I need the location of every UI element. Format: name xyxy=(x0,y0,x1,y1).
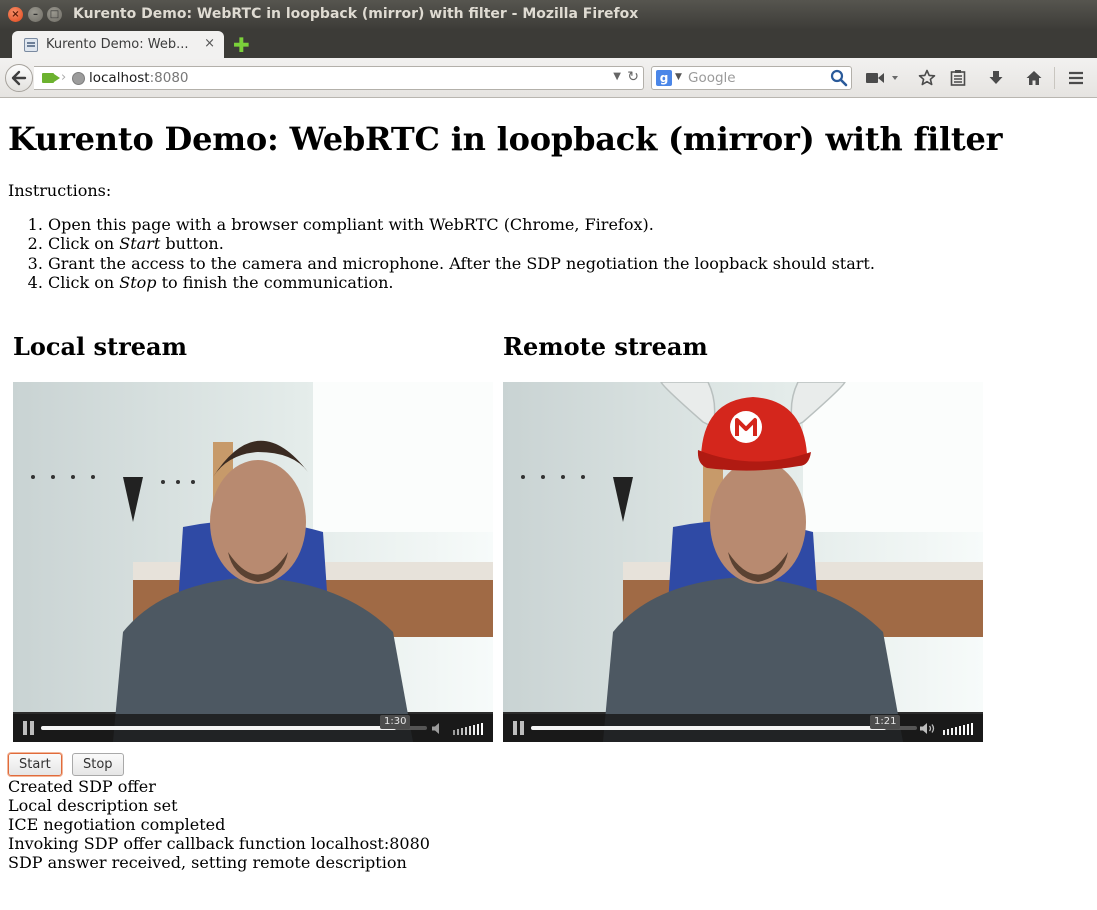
page-content: Kurento Demo: WebRTC in loopback (mirror… xyxy=(0,99,1097,910)
download-icon[interactable] xyxy=(987,69,1005,87)
url-dropdown-icon[interactable]: ▼ xyxy=(613,71,621,82)
remote-video-frame xyxy=(503,382,983,742)
new-tab-plus-icon[interactable]: ✚ xyxy=(233,33,250,57)
remote-video-controls: 1:21 xyxy=(503,714,983,742)
instructions-list: Open this page with a browser compliant … xyxy=(48,215,875,292)
instruction-step: Grant the access to the camera and micro… xyxy=(48,254,875,273)
log-line: Local description set xyxy=(8,796,178,815)
url-bar[interactable]: › localhost:8080 ▼ ↻ xyxy=(34,66,644,90)
local-time-badge: 1:30 xyxy=(380,715,411,729)
remote-time-badge: 1:21 xyxy=(870,715,901,729)
pause-icon[interactable] xyxy=(512,721,526,735)
start-button[interactable]: Start xyxy=(8,753,62,776)
search-input[interactable]: Google xyxy=(688,70,736,86)
window-title: Kurento Demo: WebRTC in loopback (mirror… xyxy=(73,6,639,22)
remote-progress-bar[interactable]: 1:21 xyxy=(531,715,917,730)
url-port: :8080 xyxy=(149,70,189,86)
local-video-controls: 1:30 xyxy=(13,714,493,742)
volume-slider[interactable] xyxy=(453,722,487,735)
window-minimize-button[interactable]: – xyxy=(28,7,43,22)
remote-stream-title: Remote stream xyxy=(503,332,708,361)
local-stream-title: Local stream xyxy=(13,332,187,361)
local-video[interactable]: 1:30 xyxy=(13,382,493,742)
log-line: ICE negotiation completed xyxy=(8,815,226,834)
tab-label: Kurento Demo: Web... xyxy=(46,37,189,52)
globe-icon[interactable] xyxy=(72,72,85,85)
window-maximize-button[interactable]: □ xyxy=(47,7,62,22)
back-button[interactable] xyxy=(5,64,33,92)
remote-progress-fill xyxy=(531,726,887,730)
log-line: Created SDP offer xyxy=(8,777,156,796)
instruction-step: Click on Stop to finish the communicatio… xyxy=(48,273,875,292)
video-camera-icon[interactable] xyxy=(865,70,899,86)
local-video-frame xyxy=(13,382,493,742)
search-bar[interactable]: g ▼ Google xyxy=(651,66,852,90)
url-input[interactable]: localhost:8080 xyxy=(89,70,189,86)
page-favicon-icon xyxy=(24,38,38,52)
window-titlebar: × – □ Kurento Demo: WebRTC in loopback (… xyxy=(0,0,1097,29)
url-host: localhost xyxy=(89,70,150,86)
search-engine-icon[interactable]: g xyxy=(656,70,672,86)
instructions-label: Instructions: xyxy=(8,181,112,200)
search-engine-dropdown-icon[interactable]: ▼ xyxy=(675,72,682,82)
pause-icon[interactable] xyxy=(22,721,36,735)
navigation-toolbar: › localhost:8080 ▼ ↻ g ▼ Google xyxy=(0,58,1097,98)
url-separator: › xyxy=(61,70,67,85)
tab-close-icon[interactable]: × xyxy=(204,36,215,51)
home-icon[interactable] xyxy=(1025,69,1043,87)
hamburger-menu-icon[interactable] xyxy=(1067,70,1085,86)
magnifier-icon[interactable] xyxy=(830,69,848,87)
stop-button[interactable]: Stop xyxy=(72,753,124,776)
reload-icon[interactable]: ↻ xyxy=(627,69,639,85)
local-progress-bar[interactable]: 1:30 xyxy=(41,715,427,730)
local-progress-fill xyxy=(41,726,397,730)
log-line: Invoking SDP offer callback function loc… xyxy=(8,834,430,853)
window-close-button[interactable]: × xyxy=(8,7,23,22)
log-line: SDP answer received, setting remote desc… xyxy=(8,853,407,872)
reading-list-icon[interactable] xyxy=(949,69,967,87)
event-log: Created SDP offer Local description set … xyxy=(8,777,430,872)
tab-kurento-demo[interactable]: Kurento Demo: Web... × xyxy=(12,31,224,59)
camera-sharing-icon[interactable] xyxy=(42,73,60,83)
tab-strip: Kurento Demo: Web... × ✚ xyxy=(0,29,1097,59)
speaker-icon[interactable] xyxy=(919,722,937,735)
volume-slider[interactable] xyxy=(943,722,977,735)
remote-video[interactable]: 1:21 xyxy=(503,382,983,742)
toolbar-separator xyxy=(1054,67,1055,89)
back-arrow-icon xyxy=(11,70,27,86)
instruction-step: Click on Start button. xyxy=(48,234,875,253)
instruction-step: Open this page with a browser compliant … xyxy=(48,215,875,234)
speaker-icon[interactable] xyxy=(431,722,445,735)
star-icon[interactable] xyxy=(918,69,936,87)
page-title: Kurento Demo: WebRTC in loopback (mirror… xyxy=(8,120,1003,158)
